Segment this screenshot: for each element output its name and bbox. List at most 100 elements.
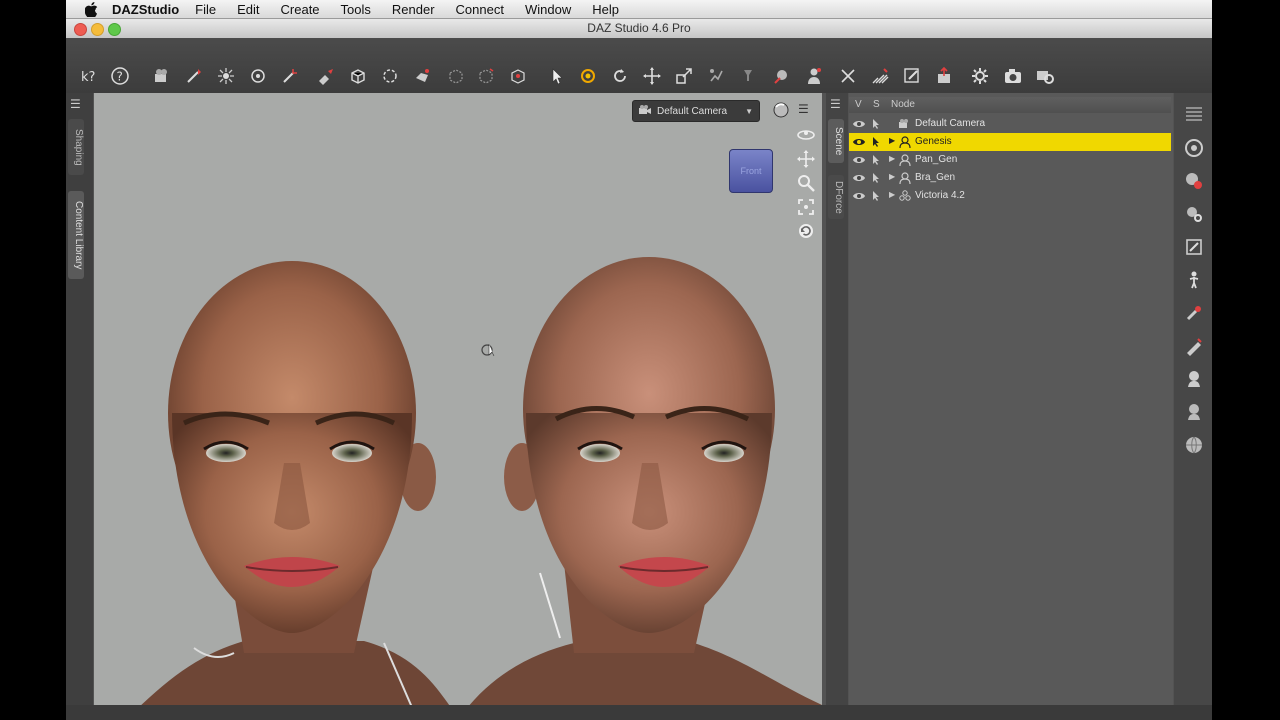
scene-node-row[interactable]: ▶ Pan_Gen bbox=[849, 151, 1171, 169]
shader-mixer-icon[interactable] bbox=[1183, 236, 1205, 258]
transform-tool-icon[interactable] bbox=[506, 64, 530, 88]
menu-edit[interactable]: Edit bbox=[237, 2, 259, 17]
morph-figure-icon[interactable] bbox=[1183, 401, 1205, 423]
tool-settings-icon[interactable] bbox=[1183, 335, 1205, 357]
dock-menu-icon[interactable]: ☰ bbox=[70, 97, 81, 111]
scale-tool-icon[interactable] bbox=[672, 64, 696, 88]
cursor-orbit-icon bbox=[480, 341, 498, 362]
render-settings-icon[interactable] bbox=[968, 64, 992, 88]
parameters-icon[interactable] bbox=[1183, 302, 1205, 324]
spotlight-tool-icon[interactable] bbox=[182, 64, 206, 88]
orbit-icon[interactable] bbox=[794, 123, 818, 147]
geometry-sculptor-icon[interactable] bbox=[474, 64, 498, 88]
figure-select-icon[interactable] bbox=[802, 64, 826, 88]
scene-node-row[interactable]: Default Camera bbox=[849, 115, 1171, 133]
close-window-button[interactable] bbox=[74, 23, 87, 36]
left-dock: ☰ Shaping Content Library bbox=[66, 93, 93, 705]
active-pose-icon[interactable] bbox=[704, 64, 728, 88]
point-light-tool-icon[interactable] bbox=[214, 64, 238, 88]
export-icon[interactable] bbox=[932, 64, 956, 88]
pane-menu-icon[interactable]: ☰ bbox=[830, 97, 841, 111]
universal-tool-icon[interactable] bbox=[576, 64, 600, 88]
minimize-window-button[interactable] bbox=[91, 23, 104, 36]
tab-content-library[interactable]: Content Library bbox=[68, 191, 84, 279]
selectable-icon[interactable] bbox=[871, 136, 883, 148]
pin-tool-icon[interactable] bbox=[736, 64, 760, 88]
app-name-menu[interactable]: DAZStudio bbox=[112, 2, 179, 17]
environment-globe-icon[interactable] bbox=[1183, 434, 1205, 456]
eye-icon[interactable] bbox=[853, 172, 865, 184]
expand-arrow-icon[interactable]: ▶ bbox=[889, 172, 895, 181]
surface-selection-icon[interactable] bbox=[410, 64, 434, 88]
brush-tool-icon[interactable] bbox=[868, 64, 892, 88]
menu-window[interactable]: Window bbox=[525, 2, 571, 17]
linear-light-tool-icon[interactable] bbox=[278, 64, 302, 88]
tab-scene[interactable]: Scene bbox=[828, 119, 844, 163]
scene-node-row[interactable]: ▶ Bra_Gen bbox=[849, 169, 1171, 187]
draw-style-icon[interactable] bbox=[772, 101, 790, 122]
posing-icon[interactable] bbox=[1183, 269, 1205, 291]
render-library-icon[interactable] bbox=[1183, 137, 1205, 159]
menu-tools[interactable]: Tools bbox=[341, 2, 371, 17]
edit-tool-icon[interactable] bbox=[900, 64, 924, 88]
shaping-tool-icon[interactable] bbox=[836, 64, 860, 88]
selectable-icon[interactable] bbox=[871, 118, 883, 130]
scene-node-row-selected[interactable]: ▶ Genesis bbox=[849, 133, 1171, 151]
geometry-editor-icon[interactable] bbox=[444, 64, 468, 88]
eye-icon[interactable] bbox=[853, 154, 865, 166]
tab-dforce[interactable]: DForce bbox=[828, 175, 844, 219]
camera-icon bbox=[899, 119, 908, 128]
tab-shaping[interactable]: Shaping bbox=[68, 119, 84, 175]
translate-tool-icon[interactable] bbox=[640, 64, 664, 88]
distant-light-tool-icon[interactable] bbox=[246, 64, 270, 88]
column-visible[interactable]: V bbox=[855, 99, 862, 110]
column-node[interactable]: Node bbox=[891, 99, 915, 110]
zoom-window-button[interactable] bbox=[108, 23, 121, 36]
render-camera-icon[interactable] bbox=[1001, 64, 1025, 88]
frame-icon[interactable] bbox=[794, 195, 818, 219]
camera-select-dropdown[interactable]: Default Camera ▼ bbox=[632, 100, 760, 122]
render-settings-gear-icon[interactable] bbox=[1033, 64, 1057, 88]
eye-icon[interactable] bbox=[853, 136, 865, 148]
menu-render[interactable]: Render bbox=[392, 2, 435, 17]
scene-node-row[interactable]: ▶ Victoria 4.2 bbox=[849, 187, 1171, 205]
whats-this-icon[interactable]: k? bbox=[76, 64, 100, 88]
shaping-figure-icon[interactable] bbox=[1183, 368, 1205, 390]
selectable-icon[interactable] bbox=[871, 172, 883, 184]
menu-create[interactable]: Create bbox=[281, 2, 320, 17]
menu-help[interactable]: Help bbox=[592, 2, 619, 17]
zoom-icon[interactable] bbox=[794, 171, 818, 195]
node-selection-icon[interactable] bbox=[545, 64, 569, 88]
eye-icon[interactable] bbox=[853, 118, 865, 130]
rotate-tool-icon[interactable] bbox=[608, 64, 632, 88]
node-label: Pan_Gen bbox=[915, 154, 958, 165]
title-bar: DAZ Studio 4.6 Pro bbox=[66, 19, 1212, 38]
expand-arrow-icon[interactable]: ▶ bbox=[889, 190, 895, 199]
scene-pane: V S Node Default Camera ▶ Genesis ▶ Pan_… bbox=[849, 93, 1173, 713]
menu-file[interactable]: File bbox=[195, 2, 216, 17]
render-settings-icon[interactable] bbox=[1183, 203, 1205, 225]
viewport-menu-icon[interactable]: ☰ bbox=[798, 102, 809, 116]
selectable-icon[interactable] bbox=[871, 154, 883, 166]
scene-tab-strip: ☰ Scene DForce bbox=[826, 93, 848, 705]
right-icon-bar bbox=[1174, 93, 1212, 705]
apple-icon[interactable] bbox=[82, 0, 100, 18]
expand-arrow-icon[interactable]: ▶ bbox=[889, 136, 895, 145]
selectable-icon[interactable] bbox=[871, 190, 883, 202]
help-icon[interactable]: ? bbox=[108, 64, 132, 88]
camera-node-tool-icon[interactable] bbox=[150, 64, 174, 88]
pan-icon[interactable] bbox=[794, 147, 818, 171]
expand-arrow-icon[interactable]: ▶ bbox=[889, 154, 895, 163]
node-weight-brush-icon[interactable] bbox=[314, 64, 338, 88]
menu-connect[interactable]: Connect bbox=[456, 2, 504, 17]
eye-icon[interactable] bbox=[853, 190, 865, 202]
pane-list-icon[interactable] bbox=[1183, 103, 1205, 125]
rotate-region-icon[interactable] bbox=[378, 64, 402, 88]
column-selectable[interactable]: S bbox=[873, 99, 880, 110]
viewport[interactable]: Default Camera ▼ ☰ Front bbox=[94, 93, 822, 712]
region-nav-icon[interactable] bbox=[770, 64, 794, 88]
view-cube[interactable]: Front bbox=[729, 149, 773, 193]
joint-editor-icon[interactable] bbox=[346, 64, 370, 88]
surfaces-icon[interactable] bbox=[1183, 170, 1205, 192]
reset-view-icon[interactable] bbox=[794, 219, 818, 243]
